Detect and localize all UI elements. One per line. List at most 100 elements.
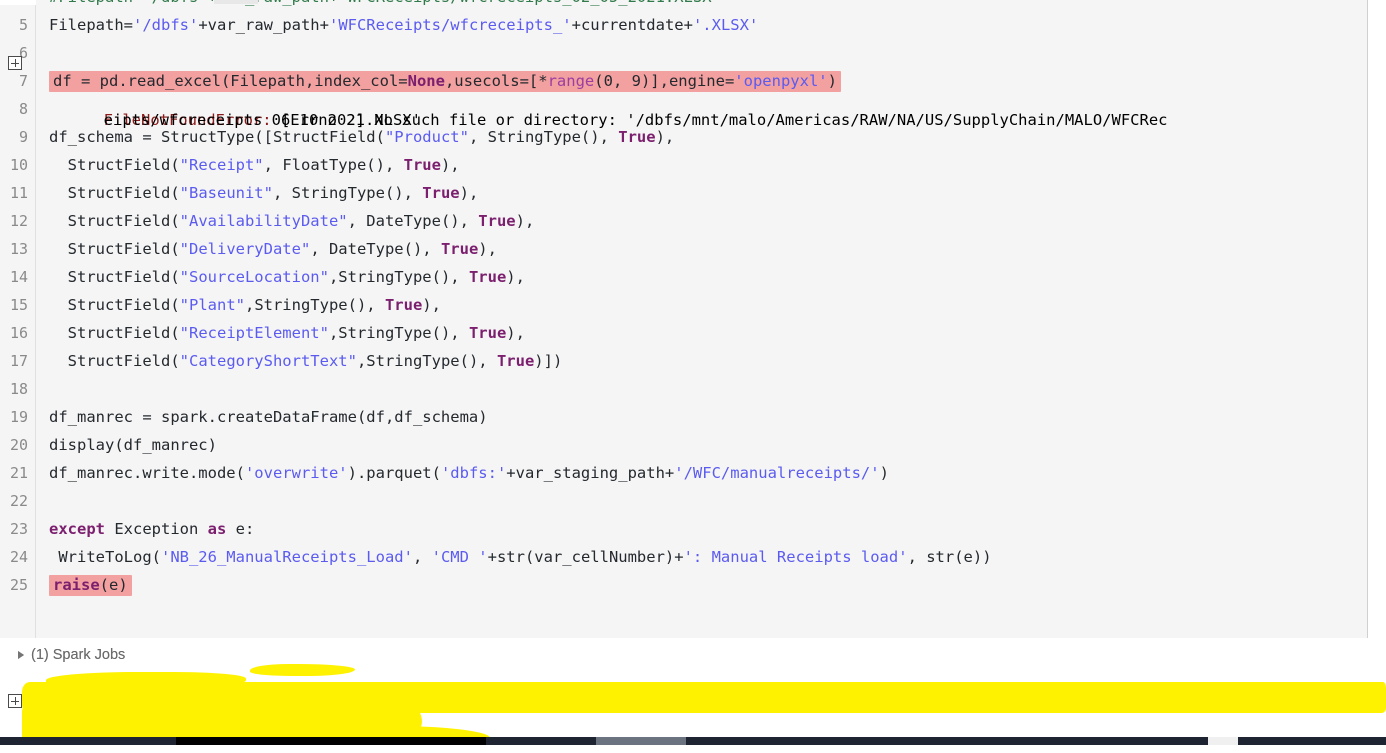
code-line[interactable]: 6 [0,39,1367,67]
code-line[interactable]: 25 raise(e) [0,571,1367,599]
code-line[interactable]: 20 display(df_manrec) [0,431,1367,459]
code-token: ), [459,184,479,202]
code-token: True [478,212,516,230]
error-line-1: FileNotFoundError: [Errno 2] No such fil… [8,688,1386,753]
line-number: 25 [9,576,28,594]
error-highlight-span: raise(e) [49,575,132,596]
code-text: StructField("Baseunit", StringType(), Tr… [49,179,479,207]
code-line[interactable]: 19 df_manrec = spark.createDataFrame(df,d… [0,403,1367,431]
scrollbar-thumb[interactable] [176,737,486,745]
code-token: "CategoryShortText" [179,352,357,370]
code-line[interactable]: 13 StructField("DeliveryDate", DateType(… [0,235,1367,263]
code-line[interactable]: 24 WriteToLog('NB_26_ManualReceipts_Load… [0,543,1367,571]
line-number: 18 [9,380,28,398]
code-token: , [612,72,632,90]
code-token: "AvailabilityDate" [179,212,348,230]
error-message-block: FileNotFoundError: [Errno 2] No such fil… [8,688,1386,753]
code-line-list: 4#Filepath='/dbfs'+var_raw_path+'WFCRece… [0,0,1367,599]
code-token: ), [440,156,460,174]
code-token: StructField( [49,268,180,286]
code-token: StructField( [49,352,180,370]
code-line[interactable]: 22 [0,487,1367,515]
code-token: StructField( [49,184,180,202]
chevron-right-icon [18,651,24,659]
code-text: StructField("AvailabilityDate", DateType… [49,207,535,235]
code-token: '/WFC/manualreceipts/' [674,464,880,482]
plus-box-icon[interactable] [8,694,22,708]
code-text: raise(e) [49,571,132,599]
code-text: StructField("SourceLocation",StringType(… [49,263,525,291]
code-token: ), [655,128,675,146]
code-token: None [407,72,445,90]
code-token: )]) [534,352,563,370]
code-token: True [440,240,479,258]
code-token: (e) [99,576,128,594]
code-token: StructField( [49,296,180,314]
code-token: as [207,520,227,538]
code-token: ,StringType(), [328,268,469,286]
code-token: , StringType(), [468,128,619,146]
code-line[interactable]: 5 Filepath='/dbfs'+var_raw_path+'WFCRecei… [0,11,1367,39]
code-token: ,StringType(), [328,324,469,342]
code-line[interactable]: 18 [0,375,1367,403]
cell-top-tab [214,0,258,4]
code-token: , FloatType(), [263,156,404,174]
line-number: 15 [9,296,28,314]
code-line[interactable]: 23 except Exception as e: [0,515,1367,543]
code-token: True [468,268,507,286]
code-token: True [618,128,656,146]
code-editor[interactable]: 4#Filepath='/dbfs'+var_raw_path+'WFCRece… [0,0,1368,638]
code-token: "Product" [384,128,469,146]
code-token: '.XLSX' [692,16,759,34]
code-line[interactable]: 15 StructField("Plant",StringType(), Tru… [0,291,1367,319]
code-text: df_manrec.write.mode('overwrite').parque… [49,459,889,487]
code-token: , str(e)) [907,548,992,566]
code-line[interactable]: 14 StructField("SourceLocation",StringTy… [0,263,1367,291]
code-line[interactable]: 17 StructField("CategoryShortText",Strin… [0,347,1367,375]
notebook-cell-view: 4#Filepath='/dbfs'+var_raw_path+'WFCRece… [0,0,1386,753]
code-token: , DateType(), [310,240,441,258]
code-line[interactable]: 21 df_manrec.write.mode('overwrite').parq… [0,459,1367,487]
code-token: df_manrec.write.mode( [49,464,245,482]
code-line[interactable]: 7 df = pd.read_excel(Filepath,index_col=N… [0,67,1367,95]
code-token: , [412,548,432,566]
code-line[interactable]: 9 df_schema = StructType([StructField("Pr… [0,123,1367,151]
code-token: "DeliveryDate" [179,240,311,258]
code-token: ), [422,296,441,314]
code-line[interactable]: 4#Filepath='/dbfs'+var_raw_path+'WFCRece… [0,0,1367,11]
line-number: 23 [9,520,28,538]
code-token: ), [506,268,525,286]
code-text: df_manrec = spark.createDataFrame(df,df_… [49,403,488,431]
code-line[interactable]: 11 StructField("Baseunit", StringType(),… [0,179,1367,207]
code-line[interactable]: 12 StructField("AvailabilityDate", DateT… [0,207,1367,235]
line-number: 16 [9,324,28,342]
code-token: )],engine= [640,72,735,90]
code-token: "SourceLocation" [179,268,329,286]
code-token: ).parquet( [347,464,441,482]
code-token: ,usecols=[* [444,72,548,90]
line-number: 7 [18,72,28,90]
code-token: 'openpyxl' [734,72,828,90]
code-line[interactable]: 16 StructField("ReceiptElement",StringTy… [0,319,1367,347]
code-token: 'WFCReceipts/wfcreceipts_' [328,16,572,34]
code-text: df_schema = StructType([StructField("Pro… [49,123,674,151]
code-text: #Filepath='/dbfs'+var_raw_path+'WFCRecei… [49,0,712,11]
spark-jobs-toggle[interactable]: (1) Spark Jobs [18,647,125,663]
code-token: 'CMD ' [431,548,488,566]
line-number: 8 [18,100,28,118]
code-line[interactable]: 10 StructField("Receipt", FloatType(), T… [0,151,1367,179]
code-token: df_manrec = spark.createDataFrame(df,df_… [49,408,488,426]
code-token: range [547,72,595,90]
code-token: ,StringType(), [244,296,385,314]
code-token: True [384,296,423,314]
cell-output: (1) Spark Jobs FileNotFoundError: [Errno… [0,638,1386,753]
code-text: StructField("Receipt", FloatType(), True… [49,151,460,179]
code-line[interactable]: 8 [0,95,1367,123]
code-token: +currentdate+ [571,16,693,34]
code-token: df_schema = StructType([StructField( [49,128,385,146]
horizontal-scrollbar[interactable] [0,737,1386,753]
code-token: "Receipt" [179,156,264,174]
line-number: 10 [9,156,28,174]
code-token: True [496,352,535,370]
code-token: True [468,324,507,342]
